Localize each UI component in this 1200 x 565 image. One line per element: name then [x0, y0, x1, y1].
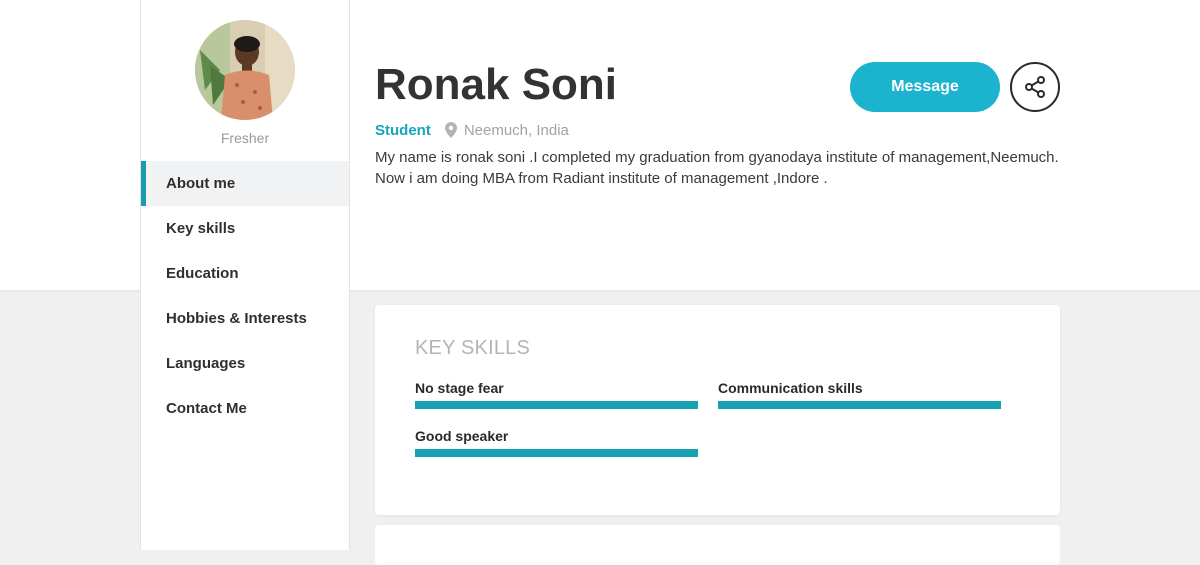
share-button[interactable] — [1010, 62, 1060, 112]
skill-bar — [415, 401, 698, 409]
bio-line: Now i am doing MBA from Radiant institut… — [375, 170, 828, 187]
sidebar-item-hobbies[interactable]: Hobbies & Interests — [141, 296, 349, 341]
skill-bar-fill — [415, 401, 698, 409]
role-location-row: Student Neemuch, India — [375, 120, 569, 140]
skill-bar-fill — [718, 401, 1001, 409]
sidebar-item-languages[interactable]: Languages — [141, 341, 349, 386]
profile-status: Fresher — [220, 130, 270, 146]
sidebar: Fresher About me Key skills Education Ho… — [140, 0, 350, 550]
sidebar-item-contact-me[interactable]: Contact Me — [141, 386, 349, 431]
bio-line: My name is ronak soni .I completed my gr… — [375, 149, 1059, 166]
share-icon — [1023, 75, 1047, 99]
profile-location: Neemuch, India — [463, 121, 569, 139]
next-section-card — [375, 525, 1060, 565]
profile-name: Ronak Soni — [375, 60, 618, 109]
skill-label: Good speaker — [415, 428, 509, 444]
skill-label: Communication skills — [718, 380, 863, 396]
key-skills-title: KEY SKILLS — [415, 337, 531, 359]
sidebar-item-education[interactable]: Education — [141, 251, 349, 296]
skill-bar-fill — [415, 449, 698, 457]
skill-bar — [415, 449, 698, 457]
skill-item: Communication skills — [718, 378, 1001, 409]
message-button[interactable]: Message — [850, 62, 1000, 112]
skill-label: No stage fear — [415, 380, 504, 396]
skill-item: Good speaker — [415, 426, 698, 457]
key-skills-card: KEY SKILLS No stage fear Communication s… — [375, 305, 1060, 515]
sidebar-nav: About me Key skills Education Hobbies & … — [141, 161, 349, 431]
location-pin-icon — [444, 122, 457, 138]
skill-item: No stage fear — [415, 378, 698, 409]
avatar — [195, 20, 295, 120]
skill-bar — [718, 401, 1001, 409]
sidebar-item-about-me[interactable]: About me — [141, 161, 349, 206]
profile-role: Student — [375, 121, 431, 139]
profile-bio: My name is ronak soni .I completed my gr… — [375, 147, 1065, 189]
sidebar-item-key-skills[interactable]: Key skills — [141, 206, 349, 251]
